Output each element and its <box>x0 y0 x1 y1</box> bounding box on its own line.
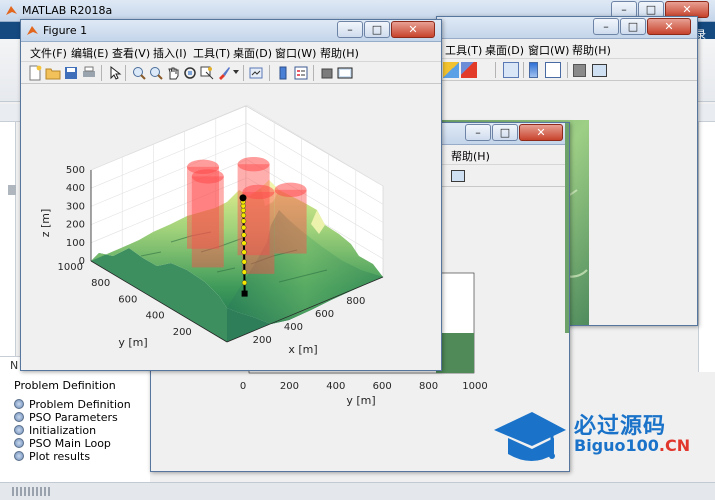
maximize-button[interactable]: □ <box>620 18 646 35</box>
terrain-image <box>565 123 569 333</box>
menu-tools[interactable]: 工具(T) <box>445 42 482 58</box>
right-panel <box>698 122 715 372</box>
obstacle-cylinder-top <box>242 184 275 200</box>
waypoint-marker <box>241 269 248 275</box>
watermark: 必过源码 Biguo100.CN <box>490 400 715 482</box>
waypoint-marker <box>240 212 247 219</box>
brand-english: Biguo100.CN <box>574 436 690 455</box>
y-tick-label: 600 <box>118 294 137 305</box>
waypoint-marker <box>241 259 247 265</box>
y-tick-label: 1000 <box>58 262 83 273</box>
hide-plot-tools-icon[interactable] <box>573 64 586 77</box>
left-panel-marker <box>8 185 16 195</box>
waypoint-marker <box>241 232 247 238</box>
legend-icon[interactable] <box>545 62 561 78</box>
y-axis-label: y [m] <box>118 336 147 349</box>
tree-item-pso-parameters[interactable]: PSO Parameters <box>14 411 118 424</box>
obstacle-cylinder <box>187 166 219 249</box>
obstacle-cylinder <box>242 191 275 274</box>
z-axis-label: z [m] <box>39 209 52 238</box>
status-bar-grip <box>12 487 52 496</box>
waypoint-marker <box>241 249 247 255</box>
cell-icon <box>14 412 24 422</box>
minimize-button[interactable]: – <box>593 18 619 35</box>
waypoint-marker <box>241 280 248 286</box>
obstacle-cylinder-top <box>237 157 270 172</box>
x-tick-label: 200 <box>280 381 299 392</box>
figure-1-window: Figure 1 – □ ✕ 文件(F) 编辑(E) 查看(V) 插入(I) 工… <box>20 19 442 371</box>
waypoint-marker <box>240 207 247 213</box>
menu-window[interactable]: 窗口(W) <box>528 42 569 58</box>
matlab-logo-icon <box>6 6 17 15</box>
back-figure-toolbar <box>437 59 697 81</box>
start-marker <box>241 290 248 297</box>
colorbar-icon[interactable] <box>529 62 538 78</box>
cell-icon <box>14 451 24 461</box>
surface-plot-3d: 0100200300400500200400600800100020040060… <box>39 104 384 356</box>
close-button[interactable]: ✕ <box>647 18 691 35</box>
z-tick-label: 200 <box>66 220 85 231</box>
obstacle-cylinder-top <box>274 182 307 198</box>
obstacle-cylinder <box>274 189 307 254</box>
y-tick-label: 200 <box>173 327 192 338</box>
x-tick-label: 800 <box>419 381 438 392</box>
z-tick-label: 500 <box>66 165 85 176</box>
brush-icon[interactable] <box>461 62 477 78</box>
x-tick-label: 200 <box>253 335 272 346</box>
tree-item-problem-definition[interactable]: Problem Definition <box>14 398 131 411</box>
graduation-cap-icon <box>494 412 566 461</box>
x-axis-label: y [m] <box>346 394 375 407</box>
cell-icon <box>14 425 24 435</box>
panel-label: Problem Definition <box>14 379 116 392</box>
brand-tld: .CN <box>658 436 691 455</box>
z-tick-label: 400 <box>66 183 85 194</box>
waypoint-marker <box>240 218 247 224</box>
x-tick-label: 800 <box>346 296 365 307</box>
tree-item-initialization[interactable]: Initialization <box>14 424 96 437</box>
waypoint-marker <box>241 240 247 246</box>
goal-marker <box>239 194 247 202</box>
cell-icon <box>14 399 24 409</box>
x-tick-label: 600 <box>373 381 392 392</box>
z-tick-label: 100 <box>66 238 85 249</box>
x-tick-label: 400 <box>284 322 303 333</box>
tree-item-plot-results[interactable]: Plot results <box>14 450 90 463</box>
left-panel <box>0 122 16 372</box>
y-tick-label: 400 <box>146 311 165 322</box>
menu-help[interactable]: 帮助(H) <box>572 42 611 58</box>
x-tick-label: 1000 <box>462 381 487 392</box>
brand-name: Biguo100 <box>574 436 659 455</box>
status-bar <box>0 482 715 500</box>
show-plot-tools-icon[interactable] <box>592 64 607 77</box>
z-tick-label: 300 <box>66 201 85 212</box>
panel-header-partial: N <box>10 359 19 372</box>
data-cursor-icon[interactable] <box>443 62 459 78</box>
x-axis: 0 200 400 600 800 1000 <box>240 381 488 392</box>
x-tick-label: 0 <box>240 381 246 392</box>
matlab-title: MATLAB R2018a <box>22 4 113 17</box>
waypoint-marker <box>241 224 247 231</box>
y-tick-label: 800 <box>91 278 110 289</box>
back-figure-menubar: 工具(T) 桌面(D) 窗口(W) 帮助(H) <box>437 39 697 59</box>
cell-icon <box>14 438 24 448</box>
x-axis-label: x [m] <box>288 343 317 356</box>
x-tick-label: 600 <box>315 309 334 320</box>
menu-desktop[interactable]: 桌面(D) <box>485 42 524 58</box>
x-tick-label: 400 <box>326 381 345 392</box>
tree-item-pso-main-loop[interactable]: PSO Main Loop <box>14 437 111 450</box>
back-figure-title-bar[interactable]: – □ ✕ <box>437 17 697 39</box>
link-plot-icon[interactable] <box>503 62 519 78</box>
obstacle-cylinder-top <box>187 159 219 175</box>
